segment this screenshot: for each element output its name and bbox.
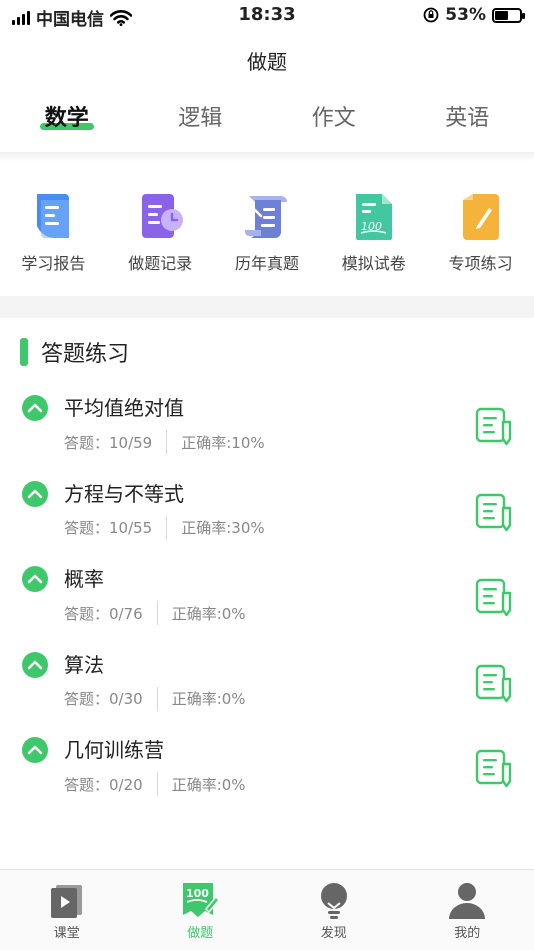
accuracy-rate: 正确率:30% — [181, 519, 265, 537]
tool-label: 学习报告 — [21, 254, 86, 273]
section-accent-bar — [20, 338, 28, 366]
bottom-tab-label: 做题 — [187, 926, 214, 941]
status-right: 53% — [423, 5, 525, 25]
meta-divider — [166, 515, 168, 540]
answered-count: 答题：0/76 — [64, 604, 143, 623]
list-item[interactable]: 平均值绝对值 答题：10/59 正确率:10% — [0, 386, 534, 472]
meta-divider — [166, 430, 168, 454]
item-meta: 答题：0/76 正确率:0% — [64, 601, 246, 625]
chevron-up-icon[interactable] — [22, 651, 48, 678]
tab-english[interactable]: 英语 — [401, 100, 534, 150]
report-icon — [37, 194, 70, 239]
tab-label: 英语 — [445, 106, 490, 131]
item-meta: 答题：10/55 正确率:30% — [64, 515, 265, 540]
chevron-up-icon[interactable] — [22, 737, 48, 763]
meta-divider — [156, 601, 158, 625]
accuracy-rate: 正确率:10% — [181, 433, 265, 452]
tool-label: 专项练习 — [448, 254, 513, 273]
bottom-tab-label: 课堂 — [53, 926, 80, 941]
bottom-tab-profile[interactable]: 我的 — [401, 870, 534, 950]
past-exams-icon — [244, 196, 287, 238]
item-title: 概率 — [64, 567, 104, 591]
practice-list: 平均值绝对值 答题：10/59 正确率:10% 方程与不等式 答题：10/55 … — [0, 386, 534, 814]
tool-practice-record[interactable]: 做题记录 — [107, 190, 214, 274]
tab-label: 逻辑 — [178, 106, 223, 131]
tool-study-report[interactable]: 学习报告 — [0, 190, 107, 274]
accuracy-rate: 正确率:0% — [171, 604, 246, 623]
item-title: 平均值绝对值 — [64, 396, 184, 420]
item-meta: 答题：10/59 正确率:10% — [64, 430, 265, 454]
list-item[interactable]: 概率 答题：0/76 正确率:0% — [0, 557, 534, 643]
bottom-tab-bar: 课堂 100 做题 发现 我的 — [0, 869, 534, 950]
tab-logic[interactable]: 逻辑 — [134, 100, 268, 150]
profile-icon — [449, 883, 486, 919]
list-item[interactable]: 几何训练营 答题：0/20 正确率:0% — [0, 728, 534, 814]
practice-icon: 100 — [183, 883, 221, 917]
status-bar: 中国电信 18:33 53% — [0, 0, 534, 30]
item-meta: 答题：0/20 正确率:0% — [64, 772, 246, 796]
practice-badge: 100 — [186, 887, 209, 900]
list-item[interactable]: 方程与不等式 答题：10/55 正确率:30% — [0, 472, 534, 558]
answered-count: 答题：10/59 — [64, 433, 153, 452]
special-practice-icon — [462, 194, 499, 240]
tool-mock-exam[interactable]: 100 模拟试卷 — [320, 190, 427, 274]
answered-count: 答题：0/30 — [64, 690, 143, 708]
edit-notes-icon[interactable] — [474, 492, 514, 532]
list-item[interactable]: 算法 答题：0/30 正确率:0% — [0, 643, 534, 729]
classroom-icon — [50, 885, 82, 918]
mock-exam-icon: 100 — [355, 194, 392, 240]
tabs-shadow — [0, 152, 534, 162]
record-icon — [142, 194, 184, 238]
item-title: 几何训练营 — [64, 738, 164, 762]
answered-count: 答题：0/20 — [64, 775, 143, 794]
accuracy-rate: 正确率:0% — [171, 690, 246, 708]
page-title: 做题 — [247, 50, 287, 74]
section-title: 答题练习 — [41, 342, 130, 367]
meta-divider — [156, 686, 158, 711]
tool-past-exams[interactable]: 历年真题 — [214, 190, 321, 274]
item-meta: 答题：0/30 正确率:0% — [64, 686, 246, 711]
tool-label: 做题记录 — [128, 254, 193, 273]
section-header: 答题练习 — [20, 336, 129, 368]
bottom-tab-label: 发现 — [320, 926, 347, 941]
bottom-tab-practice[interactable]: 100 做题 — [134, 870, 268, 950]
section-divider — [0, 296, 534, 318]
orientation-lock-icon — [423, 7, 439, 23]
edit-notes-icon[interactable] — [474, 748, 514, 788]
battery-percent: 53% — [445, 5, 486, 25]
bottom-tab-discover[interactable]: 发现 — [267, 870, 401, 950]
tab-label: 数学 — [44, 106, 89, 131]
chevron-up-icon[interactable] — [22, 566, 48, 592]
tab-essay[interactable]: 作文 — [267, 100, 401, 150]
item-title: 算法 — [64, 652, 104, 677]
tool-label: 模拟试卷 — [341, 254, 406, 273]
battery-icon — [492, 7, 525, 23]
chevron-up-icon[interactable] — [22, 395, 48, 421]
edit-notes-icon[interactable] — [474, 663, 514, 703]
meta-divider — [156, 772, 158, 796]
accuracy-rate: 正确率:0% — [171, 775, 246, 794]
chevron-up-icon[interactable] — [22, 480, 48, 507]
bottom-tab-classroom[interactable]: 课堂 — [0, 870, 134, 950]
edit-notes-icon[interactable] — [474, 577, 514, 617]
subject-tabs: 数学 逻辑 作文 英语 — [0, 100, 534, 150]
tool-label: 历年真题 — [234, 254, 299, 273]
edit-notes-icon[interactable] — [474, 406, 514, 446]
tool-special-practice[interactable]: 专项练习 — [427, 190, 534, 274]
bottom-tab-label: 我的 — [454, 926, 481, 941]
tab-math[interactable]: 数学 — [0, 100, 134, 150]
tool-shortcuts: 学习报告 做题记录 历年真题 100 模拟试卷 专项练习 — [0, 190, 534, 274]
discover-icon — [320, 883, 347, 919]
item-title: 方程与不等式 — [64, 481, 184, 506]
tab-label: 作文 — [311, 106, 356, 131]
answered-count: 答题：10/55 — [64, 519, 153, 537]
